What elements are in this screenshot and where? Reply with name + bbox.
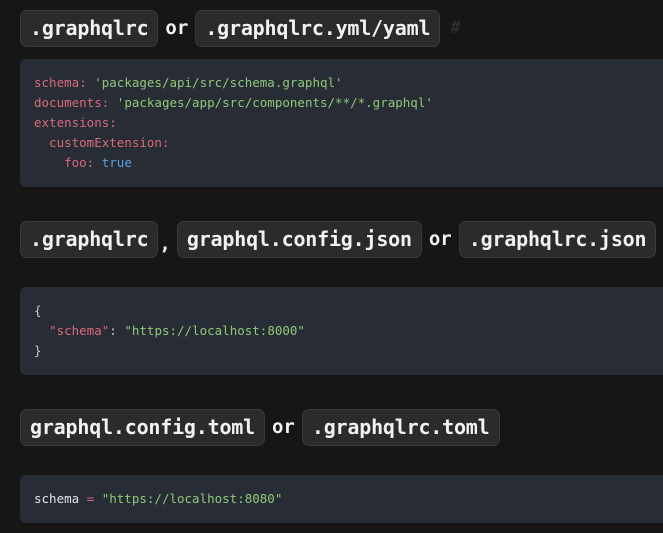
separator-or: or [158,17,195,39]
code-chip-graphqlrc: .graphqlrc [20,10,158,47]
spacer [0,187,663,219]
token [109,95,117,110]
heading-json-formats: .graphqlrc , graphql.config.json or .gra… [0,219,663,259]
token [34,323,49,338]
spacer [0,48,663,59]
token: schema: [34,75,87,90]
token: } [34,343,42,358]
token: documents: [34,95,109,110]
heading-yaml-formats: .graphqlrc or .graphqlrc.yml/yaml # [0,8,663,48]
heading-toml-formats: graphql.config.toml or .graphqlrc.toml [0,407,663,447]
token: customExtension: [34,135,169,150]
code-block-toml: schema = "https://localhost:8080" [20,475,663,523]
token [94,155,102,170]
separator-comma: , [158,233,176,255]
token: extensions: [34,115,117,130]
token: true [102,155,132,170]
code-block-json: { "schema": "https://localhost:8000" } [20,287,663,375]
code-block-yaml: schema: 'packages/api/src/schema.graphql… [20,59,663,187]
token: "schema" [49,323,109,338]
code-content-yaml: schema: 'packages/api/src/schema.graphql… [34,73,663,173]
token: "https://localhost:8080" [102,491,283,506]
token: foo: [34,155,94,170]
spacer [0,259,663,287]
heading-anchor-icon[interactable]: # [440,18,460,38]
code-content-toml: schema = "https://localhost:8080" [34,489,663,509]
code-chip-graphql-config-toml: graphql.config.toml [20,409,265,446]
config-formats-page: .graphqlrc or .graphqlrc.yml/yaml # sche… [0,8,663,533]
token: "https://localhost:8000" [124,323,305,338]
token: : [109,323,124,338]
code-chip-graphqlrc-toml: .graphqlrc.toml [302,409,500,446]
spacer [0,447,663,475]
code-content-json: { "schema": "https://localhost:8000" } [34,301,663,361]
code-chip-graphqlrc-json: .graphqlrc.json [459,221,657,258]
separator-or: or [422,228,459,250]
spacer [0,375,663,407]
code-chip-graphql-config-json: graphql.config.json [177,221,422,258]
separator-or: or [265,416,302,438]
token: = [79,491,102,506]
token: 'packages/api/src/schema.graphql' [94,75,342,90]
token: schema [34,491,79,506]
token: 'packages/app/src/components/**/*.graphq… [117,95,433,110]
code-chip-graphqlrc: .graphqlrc [20,221,158,258]
code-chip-graphqlrc-yml-yaml: .graphqlrc.yml/yaml [195,10,440,47]
token: { [34,303,42,318]
